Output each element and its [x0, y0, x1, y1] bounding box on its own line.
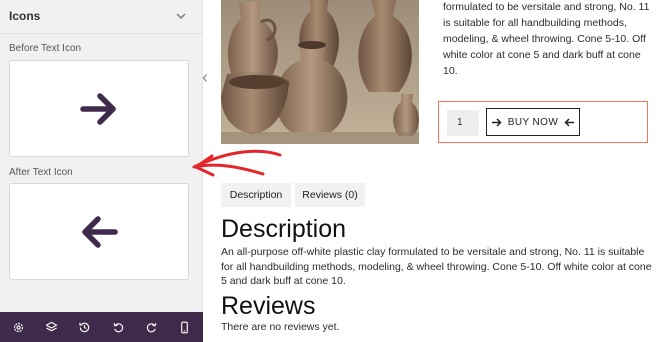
undo-icon	[113, 322, 123, 332]
chevron-down-icon[interactable]	[174, 9, 188, 23]
collapse-panel-toggle[interactable]	[199, 70, 211, 86]
section-title: Icons	[9, 9, 41, 23]
redo-icon	[146, 322, 157, 332]
no-reviews-text: There are no reviews yet.	[221, 321, 340, 333]
arrow-right-icon	[491, 117, 502, 127]
product-image-pottery	[221, 0, 419, 144]
history-icon	[79, 322, 90, 332]
tab-reviews[interactable]: Reviews (0)	[295, 183, 365, 207]
arrow-left-icon	[82, 215, 118, 248]
after-text-icon-label: After Text Icon	[9, 167, 73, 178]
product-short-description: formulated to be versitale and strong, N…	[443, 1, 650, 77]
undo-button[interactable]	[108, 317, 128, 337]
buy-now-button[interactable]: BUY NOW	[486, 108, 580, 136]
arrow-right-icon	[80, 92, 116, 125]
annotation-arrow-icon	[192, 149, 282, 177]
mobile-preview-button[interactable]	[174, 317, 194, 337]
redo-button[interactable]	[141, 317, 161, 337]
description-text: An all-purpose off-white plastic clay fo…	[221, 246, 652, 287]
gear-icon	[13, 322, 24, 332]
tab-description[interactable]: Description	[221, 183, 291, 207]
arrow-left-icon	[564, 117, 575, 127]
mobile-preview-icon	[181, 321, 188, 333]
quantity-input[interactable]: 1	[447, 110, 479, 136]
revisions-button[interactable]	[75, 317, 95, 337]
builder-sidebar: Icons Before Text Icon After Text Icon	[0, 0, 203, 342]
after-text-icon-picker[interactable]	[9, 183, 189, 280]
layers-button[interactable]	[42, 317, 62, 337]
add-to-cart-box: 1 BUY NOW	[438, 101, 648, 143]
bottom-toolbar	[0, 312, 203, 342]
settings-button[interactable]	[9, 317, 29, 337]
description-heading: Description	[221, 215, 347, 243]
buy-now-label: BUY NOW	[507, 116, 559, 128]
before-text-icon-label: Before Text Icon	[9, 43, 82, 54]
chevron-left-icon	[202, 74, 207, 82]
layers-icon	[46, 321, 58, 331]
icons-section-header[interactable]: Icons	[0, 0, 203, 34]
before-text-icon-picker[interactable]	[9, 60, 189, 157]
reviews-heading: Reviews	[221, 292, 316, 320]
